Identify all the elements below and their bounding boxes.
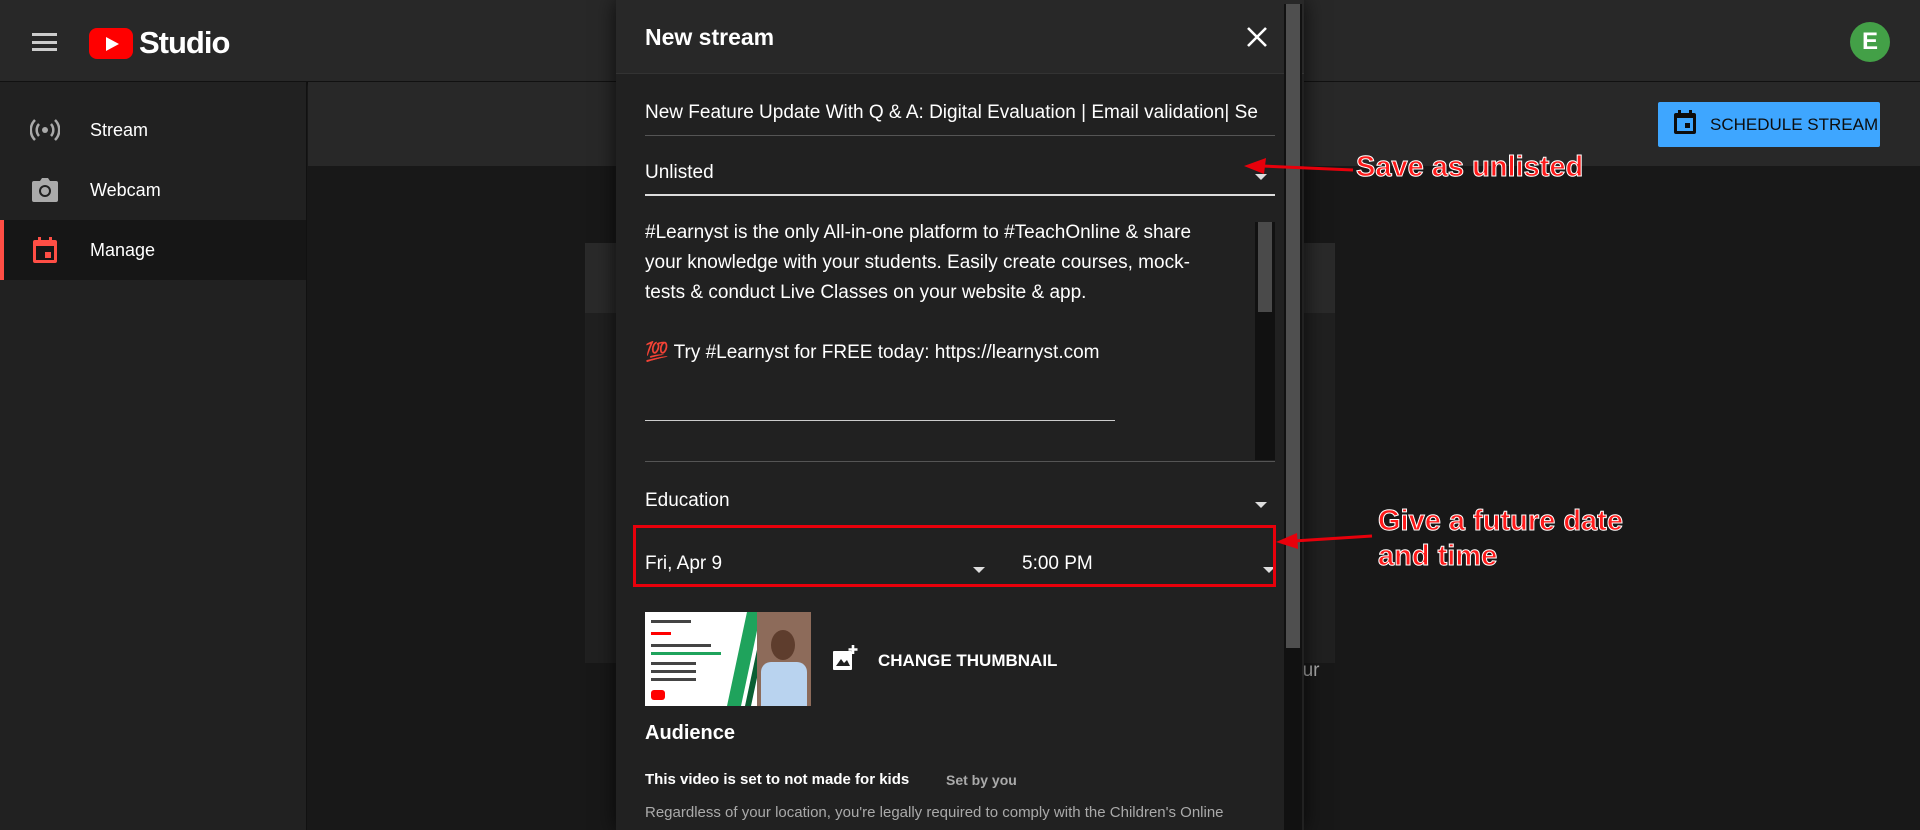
close-icon[interactable] xyxy=(1244,24,1270,50)
category-value: Education xyxy=(645,490,730,511)
calendar-icon xyxy=(1674,110,1696,139)
description-underline xyxy=(645,461,1275,462)
datetime-highlight-box xyxy=(633,525,1276,587)
change-thumbnail-label: CHANGE THUMBNAIL xyxy=(878,650,1058,670)
studio-logo[interactable]: Studio xyxy=(89,25,230,61)
sidebar-item-manage[interactable]: Manage xyxy=(0,220,306,280)
new-stream-dialog: New stream New Feature Update With Q & A… xyxy=(616,0,1304,830)
dialog-scrollbar-thumb[interactable] xyxy=(1286,4,1300,648)
sidebar: Stream Webcam Manage xyxy=(0,82,307,830)
camera-icon xyxy=(30,175,60,205)
category-select[interactable]: Education xyxy=(645,490,1275,524)
description-line: 💯 Try #Learnyst for FREE today: https://… xyxy=(645,342,1100,363)
sidebar-item-label: Webcam xyxy=(90,179,161,200)
description-line: your knowledge with your students. Easil… xyxy=(645,252,1190,273)
description-line: #Learnyst is the only All-in-one platfor… xyxy=(645,222,1192,243)
broadcast-icon xyxy=(30,115,60,145)
description-rule xyxy=(645,420,1115,421)
description-line: tests & conduct Live Classes on your web… xyxy=(645,282,1087,303)
dialog-title: New stream xyxy=(645,24,775,50)
sidebar-item-label: Manage xyxy=(90,239,156,260)
description-textarea[interactable]: #Learnyst is the only All-in-one platfor… xyxy=(645,218,1255,458)
visibility-value: Unlisted xyxy=(645,162,714,183)
audience-set-by: Set by you xyxy=(946,772,1017,788)
schedule-stream-button[interactable]: SCHEDULE STREAM xyxy=(1658,102,1880,147)
schedule-stream-label: SCHEDULE STREAM xyxy=(1710,114,1879,134)
annotation-datetime-line1: Give a future date xyxy=(1378,505,1624,538)
avatar[interactable]: E xyxy=(1850,22,1890,62)
annotation-unlisted: Save as unlisted xyxy=(1355,151,1584,184)
audience-description: Regardless of your location, you're lega… xyxy=(645,804,1224,821)
sidebar-item-webcam[interactable]: Webcam xyxy=(0,160,306,220)
menu-icon[interactable] xyxy=(32,33,57,51)
chevron-down-icon xyxy=(1255,174,1267,180)
audience-heading: Audience xyxy=(645,722,736,744)
dialog-header: New stream xyxy=(616,0,1304,74)
visibility-select[interactable]: Unlisted xyxy=(645,162,1275,196)
stream-title-input[interactable]: New Feature Update With Q & A: Digital E… xyxy=(645,102,1275,136)
change-thumbnail-button[interactable]: CHANGE THUMBNAIL xyxy=(832,645,1057,676)
description-scrollbar-thumb[interactable] xyxy=(1258,222,1272,312)
annotation-datetime-line2: and time xyxy=(1377,540,1498,573)
sidebar-item-label: Stream xyxy=(90,119,149,140)
audience-status: This video is set to not made for kids xyxy=(645,771,910,788)
add-photo-icon xyxy=(832,645,858,676)
calendar-icon xyxy=(30,235,60,265)
youtube-play-icon xyxy=(89,27,133,59)
logo-text: Studio xyxy=(139,25,230,60)
chevron-down-icon xyxy=(1255,502,1267,508)
sidebar-item-stream[interactable]: Stream xyxy=(0,100,306,160)
stream-thumbnail[interactable] xyxy=(645,612,811,706)
